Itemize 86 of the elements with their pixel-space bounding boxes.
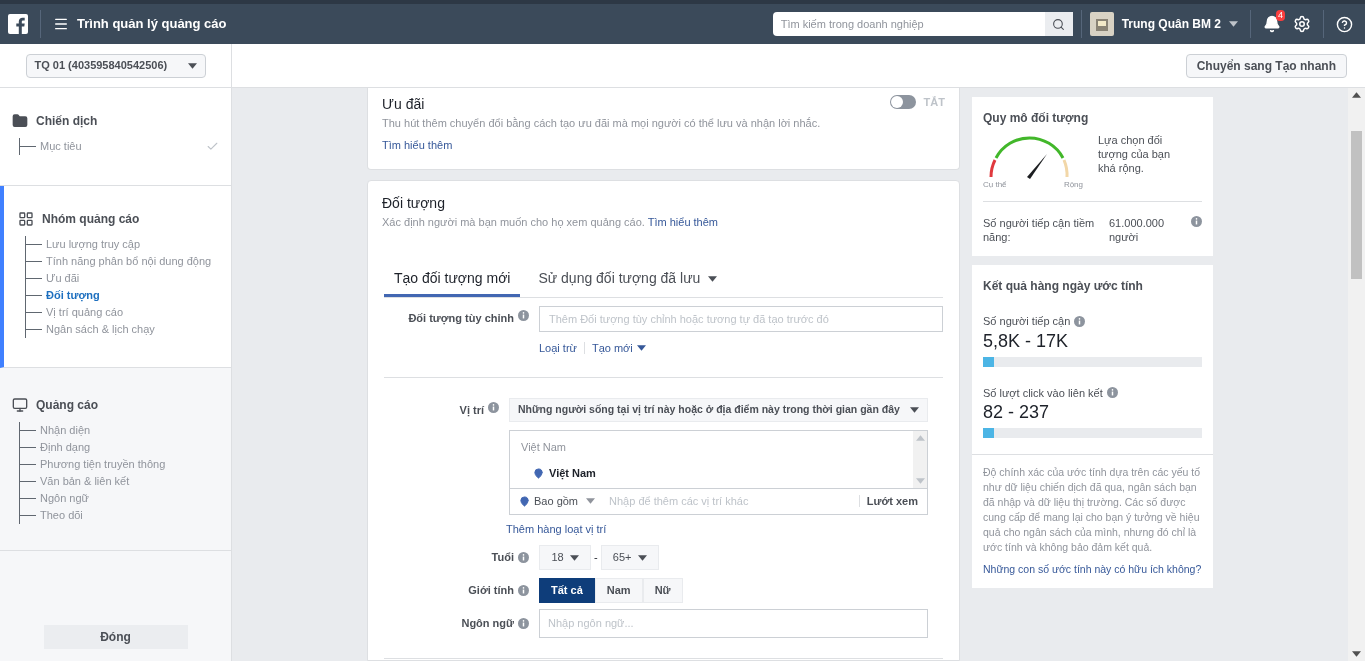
browse-link[interactable]: Lướt xem: [866, 492, 918, 510]
learn-more-link[interactable]: Tìm hiểu thêm: [647, 215, 719, 228]
field-label: Vị trí: [459, 402, 484, 418]
metric-value: 5,8K - 17K: [983, 329, 1070, 352]
logo-icon[interactable]: [8, 14, 28, 34]
bulk-locations-link[interactable]: Thêm hàng loạt vị trí: [506, 520, 928, 537]
toggle-switch[interactable]: [889, 95, 916, 110]
field-label: Giới tính: [468, 583, 514, 599]
quick-create-button[interactable]: Chuyển sang Tạo nhanh: [1185, 53, 1347, 78]
caret-icon: [1352, 92, 1361, 98]
settings-icon[interactable]: [1293, 15, 1311, 33]
metric-value: 82 - 237: [983, 401, 1051, 423]
search-icon: [1052, 17, 1066, 31]
info-icon: [518, 585, 529, 596]
caret-icon: [1352, 651, 1361, 657]
audience-size-description: Lựa chọn đối tượng của bạn khá rộng.: [1098, 133, 1172, 176]
info-icon: [1074, 315, 1086, 327]
section-title[interactable]: Nhóm quảng cáo: [42, 210, 140, 228]
info-icon: [1106, 387, 1118, 399]
metric-label: Số người tiếp cận: [983, 314, 1071, 329]
reach-value: 61.000.000 người: [1109, 216, 1166, 244]
feedback-link[interactable]: Những con số ước tính này có hữu ích không?: [983, 562, 1202, 576]
field-label: Tuổi: [491, 550, 514, 566]
page-scrollbar[interactable]: [1348, 88, 1365, 661]
info-icon: [1191, 216, 1202, 227]
gender-option[interactable]: Nữ: [642, 578, 683, 603]
caret-icon: [586, 498, 596, 504]
gauge-label: Cụ thể: [983, 179, 1007, 191]
section-title[interactable]: Quảng cáo: [36, 396, 98, 414]
caret-icon: [637, 554, 647, 561]
card-title: Đối tượng: [382, 193, 446, 213]
section-title[interactable]: Chiến dịch: [36, 112, 98, 130]
info-icon: [518, 310, 529, 321]
user-name[interactable]: Trung Quân BM 2: [1121, 15, 1221, 33]
metric-label: Số lượt click vào liên kết: [983, 385, 1103, 401]
info-icon: [518, 618, 529, 629]
learn-more-link[interactable]: Tìm hiểu thêm: [382, 138, 453, 151]
caret-icon: [915, 434, 925, 441]
age-separator: -: [594, 550, 598, 566]
disclaimer-text: Độ chính xác của ước tính dựa trên các yếu tố như dữ liệu chiến dịch đã qua, ngân sách bạn đã nhập và dữ liệu thị trường. Các số được cung cấp để mang lại cho bạn ý tưởng về hiệu quả cho ngân sách của mình, nhưng đó chỉ là ước tính và không bảo đảm kết quả.: [983, 465, 1202, 555]
scroll-thumb[interactable]: [1351, 130, 1362, 279]
scrollbar[interactable]: [913, 430, 927, 488]
field-label: Đối tượng tùy chỉnh: [408, 311, 514, 327]
include-dropdown[interactable]: Bao gồm: [534, 492, 596, 510]
help-icon[interactable]: [1336, 15, 1353, 33]
account-dropdown[interactable]: TQ 01 (403595840542506): [25, 53, 206, 78]
caret-icon: [187, 62, 197, 69]
caret-icon: [569, 554, 579, 561]
card-title: Ưu đãi: [382, 95, 425, 114]
grid-icon: [18, 211, 34, 227]
gender-option[interactable]: Nam: [594, 578, 643, 603]
avatar-icon[interactable]: [1089, 12, 1114, 36]
search-button[interactable]: [1044, 12, 1073, 36]
card-description: Xác định người mà bạn muốn cho họ xem quảng cáo. Tìm hiểu thêm: [382, 214, 720, 230]
pin-icon: [533, 467, 544, 479]
info-icon: [488, 401, 499, 413]
audience-tab[interactable]: Sử dụng đối tượng đã lưu: [528, 263, 728, 297]
card-title: Quy mô đối tượng: [983, 110, 1090, 127]
monitor-icon: [12, 397, 28, 413]
notification-badge: 4: [1276, 10, 1285, 21]
audience-link[interactable]: Loại trừ: [539, 340, 577, 357]
pin-icon: [519, 495, 530, 507]
folder-icon: [12, 113, 28, 129]
card-description: Thu hút thêm chuyển đổi bằng cách tạo ưu đãi mà mọi người có thể lưu và nhận lời nhắc.: [382, 116, 822, 131]
location-type-dropdown[interactable]: Những người sống tại vị trí này hoặc ở địa điểm này trong thời gian gần đây: [509, 397, 928, 422]
gauge-label: Rộng: [1063, 179, 1083, 191]
audience-link[interactable]: Tạo mới: [591, 340, 646, 357]
age-min-dropdown[interactable]: 18: [539, 545, 591, 570]
location-item[interactable]: Việt Nam: [549, 465, 596, 482]
info-icon: [518, 552, 529, 563]
sidebar-item[interactable]: Đối tượng: [46, 287, 100, 304]
caret-icon: [1229, 21, 1238, 27]
location-group-label: Việt Nam: [521, 439, 568, 455]
toggle-label: TẮT: [923, 95, 945, 110]
field-label: Ngôn ngữ: [461, 616, 514, 632]
audience-tab[interactable]: Tạo đối tượng mới: [384, 263, 521, 297]
app-title: Trình quản lý quảng cáo: [77, 15, 227, 34]
close-button[interactable]: Đóng: [43, 625, 188, 649]
location-search-field[interactable]: Bao gồm Nhập để thêm các vị trí khác Lướt xem: [509, 487, 928, 515]
reach-label: Số người tiếp cận tiềm năng:: [983, 216, 1096, 244]
card-title: Kết quả hàng ngày ước tính: [983, 278, 1144, 295]
caret-icon: [910, 406, 919, 413]
menu-icon[interactable]: [53, 16, 69, 32]
caret-icon: [915, 477, 925, 484]
gender-option[interactable]: Tất cả: [539, 578, 595, 603]
age-max-dropdown[interactable]: 65+: [600, 545, 659, 570]
